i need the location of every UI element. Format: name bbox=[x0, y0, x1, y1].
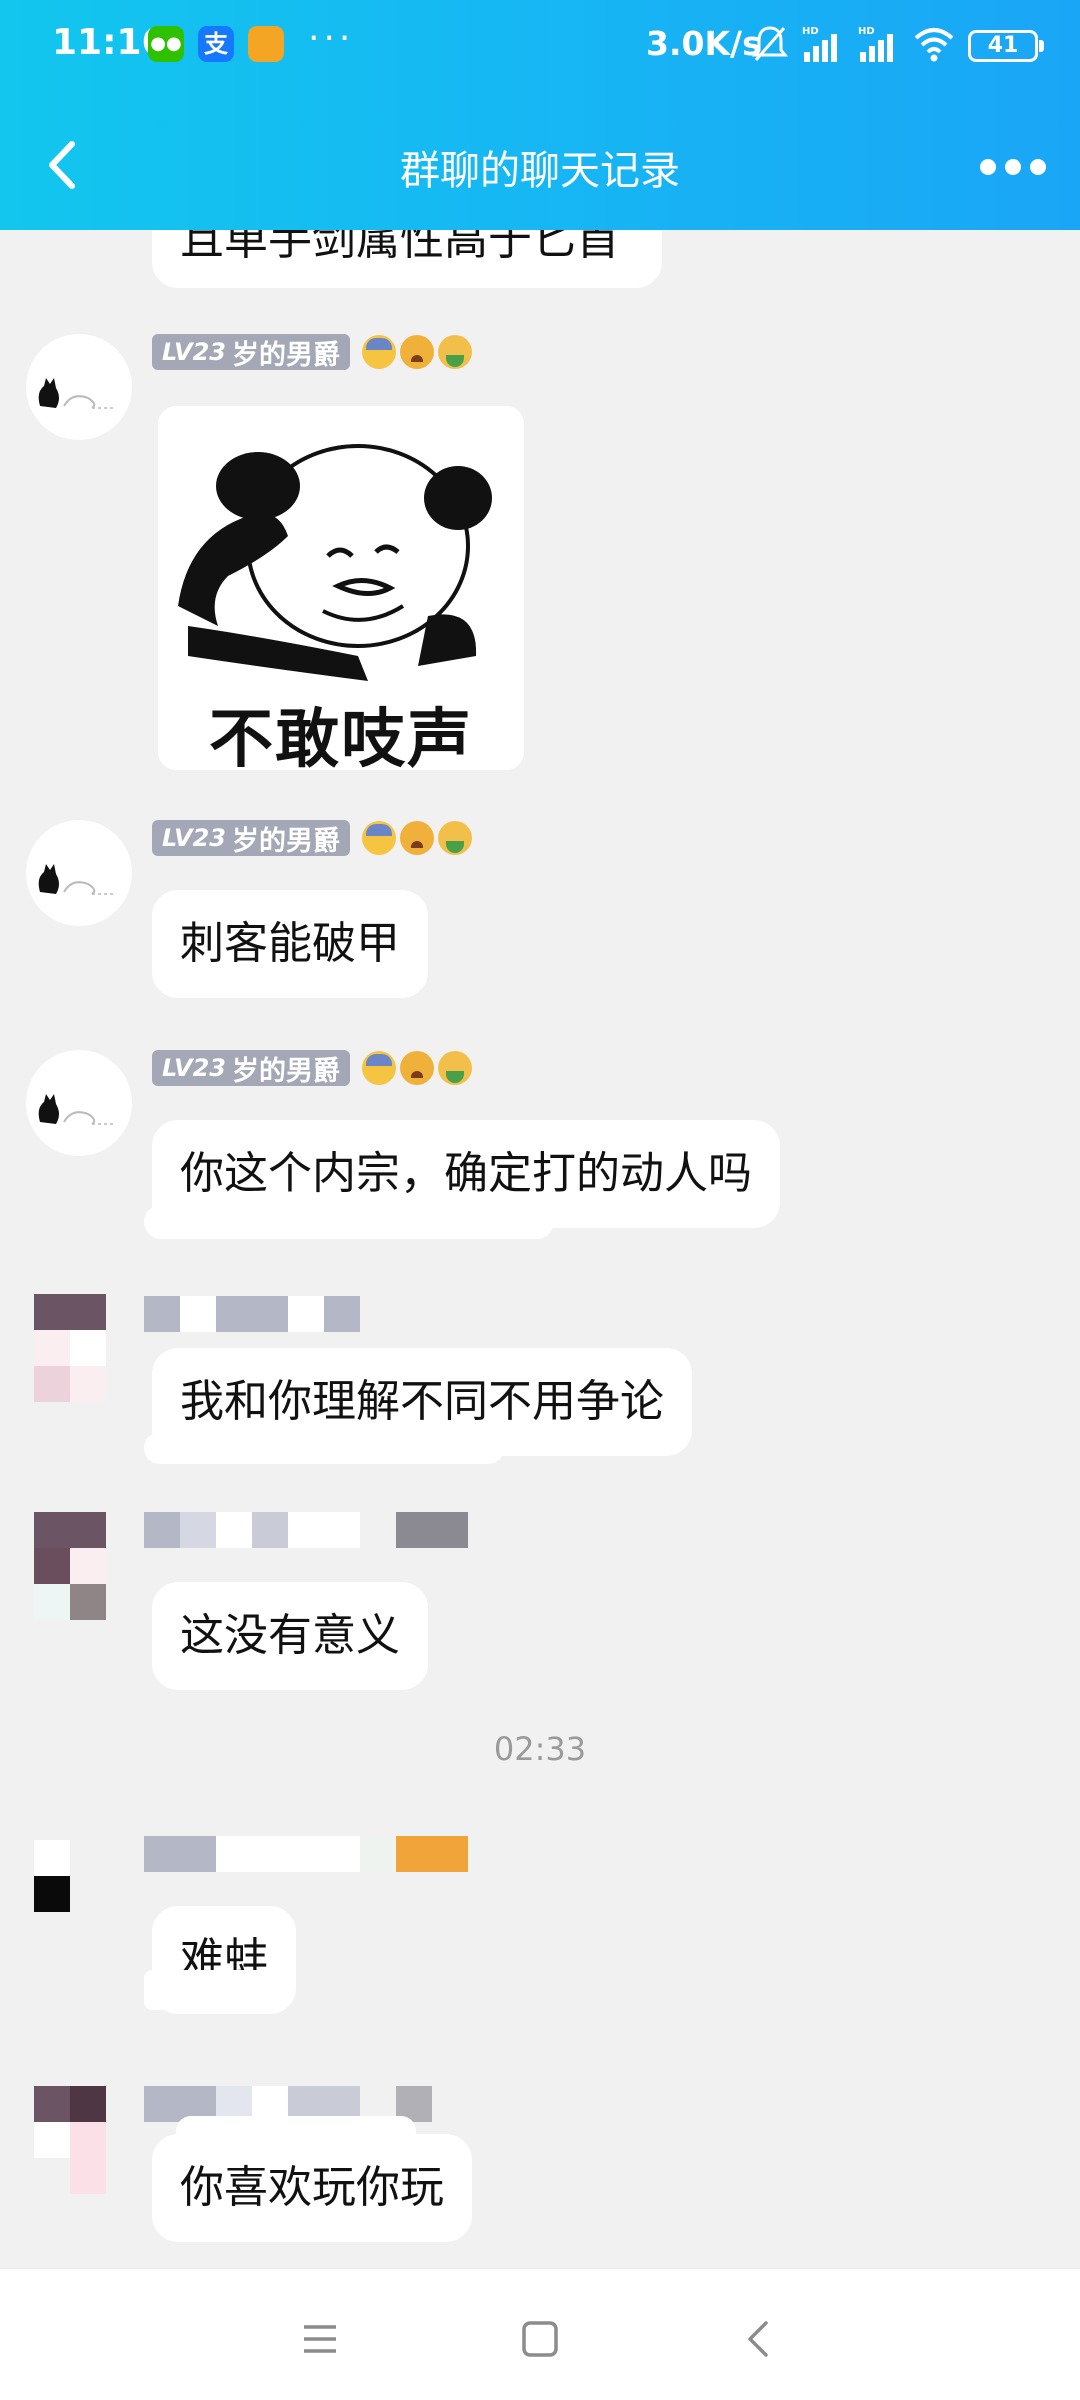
sender-info: LV23 岁的男爵 bbox=[152, 820, 472, 857]
cat-avatar-icon bbox=[38, 1094, 114, 1125]
anxious-face-icon bbox=[361, 335, 396, 369]
redaction-scribble bbox=[144, 1432, 504, 1464]
wechat-icon: ●● bbox=[148, 26, 184, 62]
signal-2-icon: HD bbox=[858, 26, 893, 62]
signal-1-icon: HD bbox=[802, 26, 837, 62]
chat-history[interactable]: 且单手剑属性高于匕首 LV23 岁的男爵 不敢吱声 LV23 岁的男爵 刺客能破… bbox=[0, 230, 1080, 2268]
crying-face-icon bbox=[399, 335, 434, 369]
pixelated-avatar[interactable] bbox=[34, 2086, 106, 2194]
pixelated-avatar[interactable] bbox=[34, 1294, 106, 1402]
svg-text:HD: HD bbox=[858, 26, 875, 37]
cat-avatar-icon bbox=[38, 864, 114, 895]
time-divider: 02:33 bbox=[493, 1730, 587, 1768]
menu-icon[interactable] bbox=[280, 2299, 360, 2379]
system-navigation-bar bbox=[0, 2268, 1080, 2400]
sender-name: 岁的男爵 bbox=[231, 825, 340, 857]
avatar[interactable] bbox=[26, 820, 132, 926]
title-bar: 11:16 ●● 支 ··· 3.0K/s HD HD 41 群聊的聊天记录 bbox=[0, 0, 1080, 230]
message-text: 你喜欢玩你玩 bbox=[180, 2162, 444, 2213]
battery-indicator: 41 bbox=[968, 30, 1044, 62]
message-bubble[interactable]: 这没有意义 bbox=[152, 1582, 428, 1690]
svg-text:HD: HD bbox=[802, 26, 819, 37]
more-notifications-icon: ··· bbox=[308, 18, 355, 59]
avatar[interactable] bbox=[26, 334, 132, 440]
page-title: 群聊的聊天记录 bbox=[400, 148, 680, 194]
message-bubble[interactable]: 你喜欢玩你玩 bbox=[152, 2134, 472, 2242]
wifi-icon bbox=[914, 28, 954, 62]
message-text: 我和你理解不同不用争论 bbox=[180, 1376, 664, 1427]
member-badge: LV23 岁的男爵 bbox=[152, 334, 350, 371]
message-text: 你这个内宗，确定打的动人吗 bbox=[180, 1148, 752, 1199]
vomiting-face-icon bbox=[437, 1051, 472, 1085]
panda-meme-image bbox=[178, 444, 492, 681]
pixelated-sender-name bbox=[144, 1836, 468, 1872]
level-label: LV23 bbox=[162, 824, 226, 852]
message-text: 且单手剑属性高于匕首 bbox=[180, 230, 620, 265]
anxious-face-icon bbox=[361, 821, 396, 855]
crying-face-icon bbox=[399, 1051, 434, 1085]
vomiting-face-icon bbox=[437, 821, 472, 855]
message-bubble[interactable]: 刺客能破甲 bbox=[152, 890, 428, 998]
redaction-scribble bbox=[144, 1205, 554, 1239]
level-label: LV23 bbox=[162, 338, 226, 366]
navigation-bar: 群聊的聊天记录 bbox=[0, 110, 1080, 220]
home-icon[interactable] bbox=[500, 2299, 580, 2379]
level-label: LV23 bbox=[162, 1054, 226, 1082]
notes-icon bbox=[248, 26, 284, 62]
message-text: 这没有意义 bbox=[180, 1610, 400, 1661]
back-icon[interactable] bbox=[720, 2299, 800, 2379]
member-badge: LV23 岁的男爵 bbox=[152, 820, 350, 857]
vomiting-face-icon bbox=[437, 335, 472, 369]
avatar[interactable] bbox=[26, 1050, 132, 1156]
status-bar: 11:16 ●● 支 ··· 3.0K/s HD HD 41 bbox=[0, 0, 1080, 90]
sender-name: 岁的男爵 bbox=[231, 339, 340, 371]
sticker-message[interactable]: 不敢吱声 bbox=[158, 406, 524, 770]
network-speed: 3.0K/s bbox=[646, 24, 762, 63]
redaction-scribble bbox=[144, 1970, 284, 2010]
crying-face-icon bbox=[399, 821, 434, 855]
message-text: 刺客能破甲 bbox=[180, 918, 400, 969]
sender-info: LV23 岁的男爵 bbox=[152, 334, 472, 371]
sender-name: 岁的男爵 bbox=[231, 1055, 340, 1087]
more-dots-icon[interactable] bbox=[980, 155, 1046, 179]
sticker-caption: 不敢吱声 bbox=[209, 703, 473, 770]
pixelated-sender-name bbox=[144, 1296, 360, 1332]
message-bubble[interactable]: 且单手剑属性高于匕首 bbox=[152, 230, 662, 288]
cat-avatar-icon bbox=[38, 378, 114, 409]
pixelated-avatar[interactable] bbox=[34, 1512, 106, 1620]
sender-info: LV23 岁的男爵 bbox=[152, 1050, 472, 1087]
alipay-icon: 支 bbox=[198, 26, 234, 62]
bell-muted-icon bbox=[752, 26, 788, 61]
anxious-face-icon bbox=[361, 1051, 396, 1085]
pixelated-sender-name bbox=[144, 1512, 468, 1548]
pixelated-avatar[interactable] bbox=[34, 1840, 106, 1948]
member-badge: LV23 岁的男爵 bbox=[152, 1050, 350, 1087]
